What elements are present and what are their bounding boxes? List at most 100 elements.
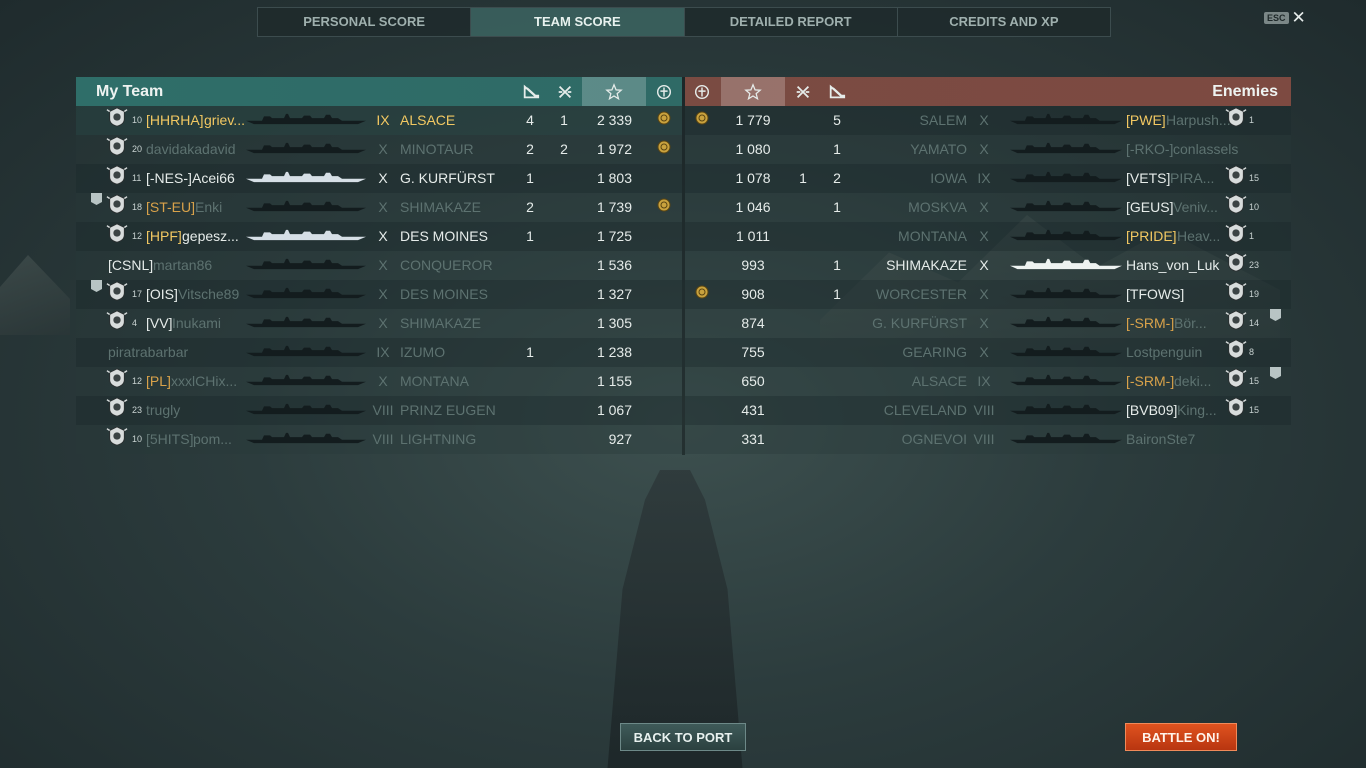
torpedo-hits-column-icon[interactable]	[519, 77, 543, 106]
clan-tag: [HPF]	[146, 228, 182, 244]
clan-tag: [HHRHA]	[146, 112, 204, 128]
bg-island-left	[0, 255, 70, 335]
table-row[interactable]: 11 [-NES-] Acei66 X G. KURFÜRST 1 1 803	[76, 164, 682, 193]
player-level: 4	[132, 318, 138, 328]
score-column-icon[interactable]	[721, 77, 785, 106]
ship-silhouette-icon	[1010, 425, 1122, 444]
base-capture-column-icon[interactable]	[652, 77, 676, 106]
player-name[interactable]: Inukami	[172, 309, 221, 338]
clan-tag: [5HITS]	[146, 431, 194, 447]
close-control[interactable]: ESC ✕	[1264, 9, 1306, 26]
clan-tag: [VETS]	[1126, 170, 1171, 186]
back-to-port-button[interactable]: BACK TO PORT	[620, 723, 746, 751]
achievement-medal-icon	[657, 106, 671, 125]
table-row[interactable]: 993 1 SHIMAKAZE X Hans_von_Luk 23	[685, 251, 1291, 280]
player-name[interactable]: Heav...	[1177, 222, 1220, 251]
player-name[interactable]: Harpush...	[1166, 106, 1231, 135]
table-row[interactable]: 908 1 WORCESTER X [TFOWS] 19	[685, 280, 1291, 309]
player-level: 15	[1249, 376, 1260, 386]
player-level: 8	[1249, 347, 1255, 357]
player-name[interactable]: trugly	[146, 396, 180, 425]
player-name[interactable]: Hans_von_Luk	[1126, 251, 1219, 280]
player-name[interactable]: davidakadavid	[146, 135, 236, 164]
player-name[interactable]: piratrabarbar	[108, 338, 188, 367]
tab-team-score[interactable]: TEAM SCORE	[471, 8, 685, 36]
player-name[interactable]: griev...	[204, 106, 245, 135]
table-row[interactable]: 650 ALSACE IX [-SRM-] deki... 15	[685, 367, 1291, 396]
player-score: 755	[741, 344, 765, 360]
ship-tier: IX	[977, 170, 991, 186]
table-row[interactable]: 4 [VV] Inukami X SHIMAKAZE 1 305	[76, 309, 682, 338]
table-row[interactable]: 10 [HHRHA] griev... IX ALSACE 4 1 2 339	[76, 106, 682, 135]
table-row[interactable]: 1 011 MONTANA X [PRIDE] Heav... 1	[685, 222, 1291, 251]
player-score: 1 067	[596, 402, 632, 418]
ship-silhouette-icon	[246, 425, 366, 444]
clan-tag: [PWE]	[1126, 112, 1166, 128]
table-row[interactable]: 17 [OIS] Vitsche89 X DES MOINES 1 327	[76, 280, 682, 309]
player-name[interactable]: PIRA...	[1170, 164, 1214, 193]
table-row[interactable]: 431 CLEVELAND VIII [BVB09] King... 15	[685, 396, 1291, 425]
table-row[interactable]: piratrabarbar IX IZUMO 1 1 238	[76, 338, 682, 367]
table-row[interactable]: 20 davidakadavid X MINOTAUR 2 2 1 972	[76, 135, 682, 164]
ribbon-count-a: 2	[526, 199, 534, 215]
close-icon[interactable]: ✕	[1292, 9, 1306, 26]
ship-name: GEARING	[902, 344, 967, 360]
player-name[interactable]: pom...	[193, 425, 232, 454]
player-score: 1 011	[736, 228, 770, 244]
rating-badge-icon	[1270, 367, 1281, 379]
player-name[interactable]: Lostpenguin	[1126, 338, 1202, 367]
ship-name: MONTANA	[400, 373, 469, 389]
destroyed-column-icon[interactable]	[791, 77, 815, 106]
table-row[interactable]: 1 080 1 YAMATO X [-RKO-] conlassels	[685, 135, 1291, 164]
table-row[interactable]: 874 G. KURFÜRST X [-SRM-] Bör... 14	[685, 309, 1291, 338]
torpedo-hits-column-icon[interactable]	[825, 77, 849, 106]
player-name[interactable]: Vitsche89	[178, 280, 239, 309]
service-record-icon	[106, 106, 128, 128]
service-record-icon	[106, 396, 128, 418]
clan-tag: [ST-EU]	[146, 199, 196, 215]
ribbon-count-a: 1	[526, 344, 534, 360]
ship-name: IZUMO	[400, 344, 446, 360]
player-name[interactable]: deki...	[1174, 367, 1211, 396]
tab-detailed-report[interactable]: DETAILED REPORT	[685, 8, 898, 36]
table-row[interactable]: 1 046 1 MOSKVA X [GEUS] Veniv... 10	[685, 193, 1291, 222]
service-record-icon	[106, 193, 128, 215]
player-level: 10	[132, 115, 143, 125]
ribbon-count-b: 1	[799, 170, 807, 186]
player-name[interactable]: Veniv...	[1173, 193, 1218, 222]
ship-silhouette-icon	[246, 367, 366, 386]
player-score: 1 078	[735, 170, 771, 186]
ship-name: LIGHTNING	[400, 431, 477, 447]
table-row[interactable]: 12 [HPF] gepesz... X DES MOINES 1 1 725	[76, 222, 682, 251]
player-name[interactable]: martan86	[153, 251, 212, 280]
table-row[interactable]: 12 [PL] xxxlCHix... X MONTANA 1 155	[76, 367, 682, 396]
table-row[interactable]: 23 trugly VIII PRINZ EUGEN 1 067	[76, 396, 682, 425]
table-row[interactable]: 1 779 5 SALEM X [PWE] Harpush... 1	[685, 106, 1291, 135]
ship-tier: X	[378, 228, 388, 244]
player-level: 1	[1249, 115, 1255, 125]
table-row[interactable]: 10 [5HITS] pom... VIII LIGHTNING 927	[76, 425, 682, 454]
clan-tag: [TFOWS]	[1126, 286, 1185, 302]
table-row[interactable]: [CSNL] martan86 X CONQUEROR 1 536	[76, 251, 682, 280]
ship-tier: IX	[376, 344, 390, 360]
player-name[interactable]: Bör...	[1174, 309, 1207, 338]
table-row[interactable]: 1 078 1 2 IOWA IX [VETS] PIRA... 15	[685, 164, 1291, 193]
player-name[interactable]: BaironSte7	[1126, 425, 1195, 454]
score-column-icon[interactable]	[582, 77, 646, 106]
player-name[interactable]: gepesz...	[182, 222, 239, 251]
player-name[interactable]: King...	[1177, 396, 1217, 425]
ship-tier: X	[979, 257, 989, 273]
player-name[interactable]: xxxlCHix...	[171, 367, 237, 396]
player-name[interactable]: Enki	[195, 193, 222, 222]
battle-on-button[interactable]: BATTLE ON!	[1125, 723, 1237, 751]
tab-personal-score[interactable]: PERSONAL SCORE	[258, 8, 472, 36]
table-row[interactable]: 755 GEARING X Lostpenguin 8	[685, 338, 1291, 367]
tab-credits-and-xp[interactable]: CREDITS AND XP	[898, 8, 1110, 36]
ship-tier: X	[979, 344, 989, 360]
table-row[interactable]: 331 OGNEVOI VIII BaironSte7	[685, 425, 1291, 454]
table-row[interactable]: 18 [ST-EU] Enki X SHIMAKAZE 2 1 739	[76, 193, 682, 222]
destroyed-column-icon[interactable]	[553, 77, 577, 106]
base-capture-column-icon[interactable]	[690, 77, 714, 106]
player-name[interactable]: Acei66	[192, 164, 235, 193]
player-name[interactable]: conlassels	[1173, 135, 1238, 164]
